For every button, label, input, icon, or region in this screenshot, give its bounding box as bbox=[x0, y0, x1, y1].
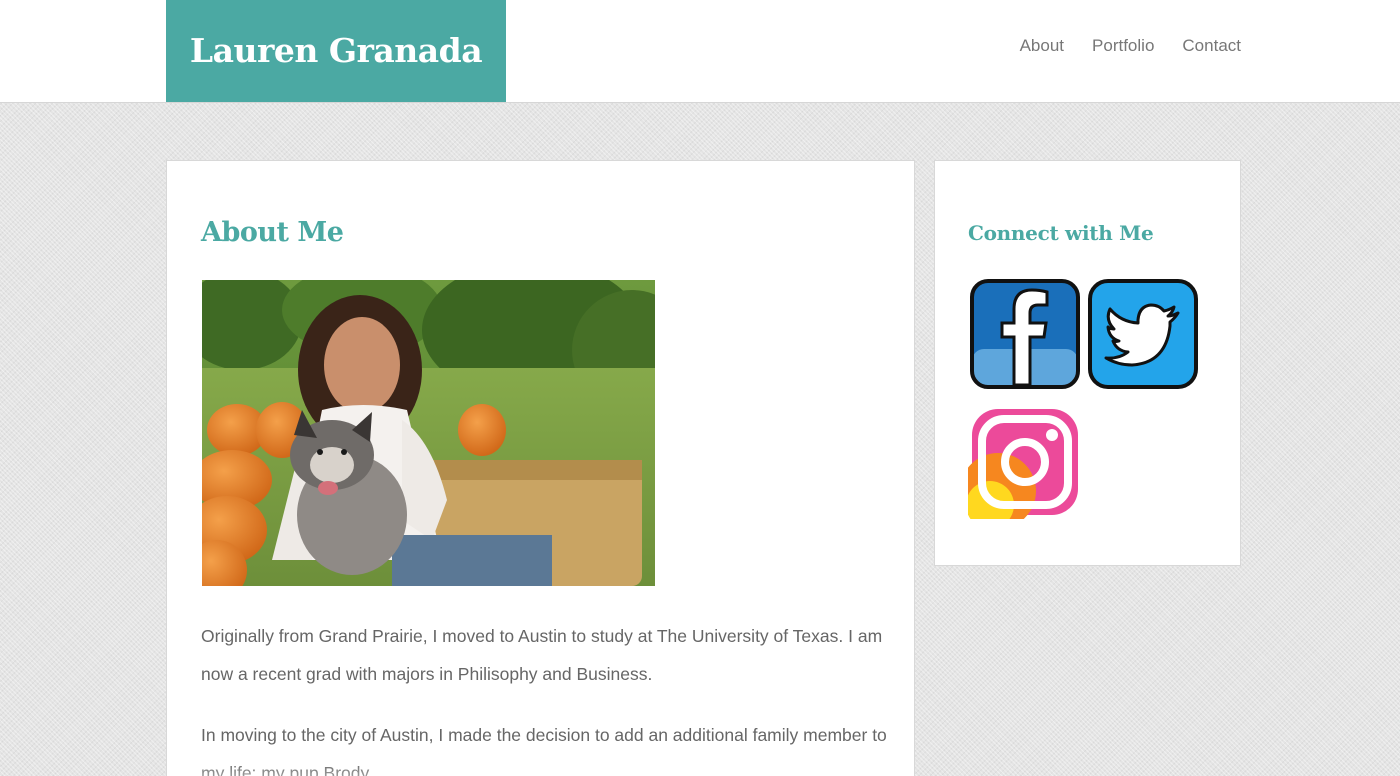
bio-paragraph-1: Originally from Grand Prairie, I moved t… bbox=[201, 626, 883, 684]
instagram-icon[interactable] bbox=[960, 405, 1082, 529]
main-nav: About Portfolio Contact bbox=[1020, 36, 1241, 56]
profile-photo bbox=[202, 280, 655, 586]
widget-title: Connect with Me bbox=[968, 221, 1154, 245]
page-title: About Me bbox=[201, 217, 344, 248]
site-title[interactable]: Lauren Granada bbox=[166, 0, 506, 102]
site-header: Lauren Granada About Portfolio Contact bbox=[0, 0, 1400, 103]
about-card: About Me Originally from Grand Prairie, … bbox=[166, 160, 915, 776]
twitter-icon[interactable] bbox=[1086, 277, 1200, 391]
nav-link-about[interactable]: About bbox=[1020, 36, 1064, 56]
facebook-icon[interactable] bbox=[968, 277, 1082, 391]
connect-widget: Connect with Me bbox=[934, 160, 1241, 566]
nav-link-portfolio[interactable]: Portfolio bbox=[1092, 36, 1154, 56]
nav-link-contact[interactable]: Contact bbox=[1182, 36, 1241, 56]
bio-paragraph-2: In moving to the city of Austin, I made … bbox=[201, 725, 887, 776]
